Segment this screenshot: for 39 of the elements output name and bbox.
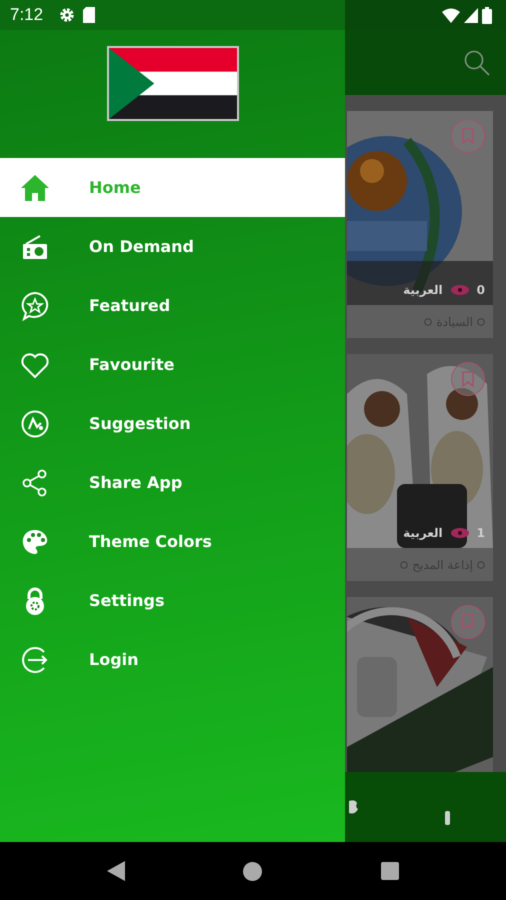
back-icon[interactable] [107, 861, 126, 881]
nav-icon[interactable] [445, 811, 450, 826]
login-icon [20, 644, 50, 674]
language-label: العربية [403, 525, 443, 542]
star-chat-icon [20, 290, 50, 320]
menu-item[interactable]: On Demand [0, 217, 345, 276]
menu-item[interactable]: Theme Colors [0, 512, 345, 571]
bookmark-icon [462, 128, 474, 144]
view-count: 1 [476, 525, 485, 542]
menu-item[interactable]: Favourite [0, 335, 345, 394]
menu-item[interactable]: Home [0, 158, 345, 217]
menu-item[interactable]: Settings [0, 571, 345, 630]
small-icon [400, 560, 408, 569]
small-icon [477, 318, 485, 326]
sd-card-icon [83, 7, 96, 23]
status-time: 7:12 [10, 4, 44, 26]
suggestion-icon [20, 408, 50, 438]
menu-item[interactable]: Share App [0, 453, 345, 512]
battery-icon [482, 6, 492, 24]
wifi-icon [442, 8, 460, 22]
signal-icon [464, 8, 478, 22]
search-icon[interactable] [464, 50, 490, 76]
view-count: 0 [476, 282, 485, 300]
menu-item[interactable]: Suggestion [0, 394, 345, 453]
nav-icon[interactable] [349, 799, 359, 816]
settings-icon [59, 7, 76, 23]
eye-icon [450, 528, 469, 538]
small-icon [477, 560, 485, 569]
bookmark-icon [462, 371, 474, 388]
small-icon [424, 318, 432, 326]
language-label: العربية [403, 282, 443, 300]
recents-icon[interactable] [380, 862, 399, 880]
eye-icon [450, 285, 469, 296]
menu-item[interactable]: Featured [0, 276, 345, 335]
home-button-icon[interactable] [243, 862, 262, 880]
menu-item[interactable]: Login [0, 630, 345, 689]
bookmark-icon [462, 614, 474, 630]
home-icon [20, 172, 50, 202]
bookmark-button[interactable] [451, 362, 485, 396]
